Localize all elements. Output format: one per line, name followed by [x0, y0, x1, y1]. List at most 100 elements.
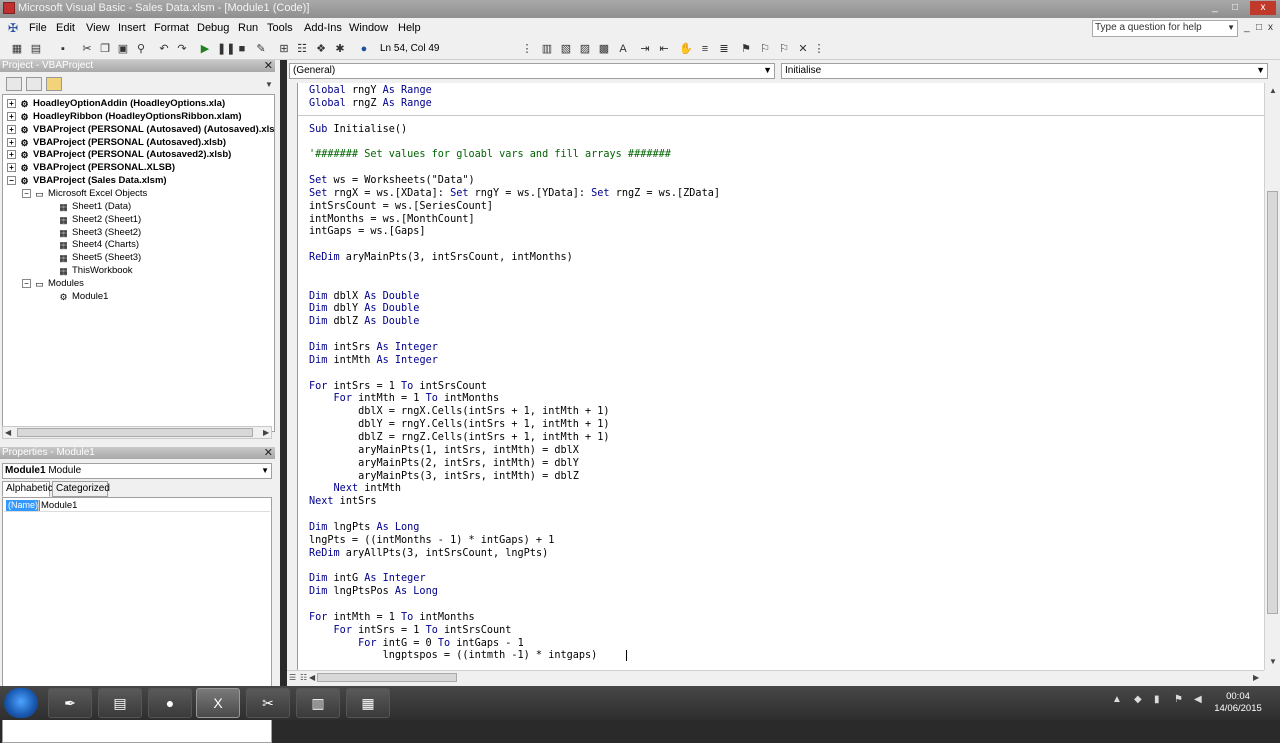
design-mode-icon[interactable]: ✎ — [254, 42, 268, 56]
list-properties-icon[interactable]: ▥ — [540, 42, 554, 56]
code-line[interactable]: Dim dblX As Double — [309, 290, 419, 303]
chevron-down-icon[interactable]: ▼ — [763, 65, 772, 75]
close-icon[interactable]: ✕ — [264, 60, 273, 72]
tray-arrow-icon[interactable]: ▲ — [1112, 694, 1122, 705]
comment-block-icon[interactable]: ≡ — [698, 42, 712, 56]
break-icon[interactable]: ❚❚ — [217, 42, 235, 56]
start-button[interactable] — [4, 688, 38, 718]
code-line[interactable]: aryMainPts(2, intSrs, intMth) = dblY — [309, 457, 579, 470]
pdf-app-icon[interactable]: ✒ — [48, 688, 92, 718]
code-line[interactable]: For intG = 0 To intGaps - 1 — [309, 637, 524, 650]
tree-item[interactable]: ▦ Sheet5 (Sheet3) — [58, 251, 141, 264]
tree-item[interactable]: ▦ Sheet4 (Charts) — [58, 238, 139, 251]
run-icon[interactable]: ▶ — [198, 42, 212, 56]
tree-item[interactable]: + ⚙ VBAProject (PERSONAL (Autosaved) (Auto… — [7, 123, 274, 136]
vb-menu-icon[interactable]: ✠ — [8, 21, 22, 35]
chevron-down-icon[interactable]: ▼ — [1256, 65, 1265, 75]
scroll-left-icon[interactable]: ◀ — [309, 673, 315, 682]
list-constants-icon[interactable]: ▧ — [559, 42, 573, 56]
tray-app-icon[interactable]: ◆ — [1134, 694, 1142, 705]
collapse-icon[interactable]: − — [7, 176, 16, 186]
code-line[interactable]: '####### Set values for gloabl vars and … — [309, 148, 671, 161]
menu-tools[interactable]: Tools — [267, 22, 293, 34]
mdi-minimize-button[interactable]: _ — [1244, 22, 1250, 33]
code-line[interactable]: For intSrs = 1 To intSrsCount — [309, 380, 487, 393]
code-line[interactable]: Next intSrs — [309, 495, 376, 508]
expand-icon[interactable]: + — [7, 137, 16, 147]
tree-horizontal-scrollbar[interactable]: ◀ ▶ — [2, 426, 272, 439]
tree-item[interactable]: − ▭ Microsoft Excel Objects — [22, 187, 147, 200]
expand-icon[interactable]: + — [7, 150, 16, 160]
scroll-right-icon[interactable]: ▶ — [1253, 673, 1259, 682]
tree-item[interactable]: − ⚙ VBAProject (Sales Data.xlsm) — [7, 174, 167, 187]
scroll-down-icon[interactable]: ▼ — [1269, 657, 1277, 666]
outdent-icon[interactable]: ⇤ — [657, 42, 671, 56]
view-code-icon[interactable] — [6, 77, 22, 91]
code-line[interactable]: Set rngX = ws.[XData]: Set rngY = ws.[YD… — [309, 187, 720, 200]
scroll-left-icon[interactable]: ◀ — [5, 428, 11, 437]
view-object-icon[interactable] — [26, 77, 42, 91]
project-explorer-icon[interactable]: ⊞ — [277, 42, 291, 56]
tree-item[interactable]: + ⚙ VBAProject (PERSONAL.XLSB) — [7, 161, 175, 174]
find-icon[interactable]: ⚲ — [134, 42, 148, 56]
tree-item[interactable]: ▦ Sheet2 (Sheet1) — [58, 213, 141, 226]
property-value[interactable]: Module1 — [38, 500, 77, 511]
tree-item[interactable]: + ⚙ HoadleyOptionAddin (HoadleyOptions.xla… — [7, 97, 225, 110]
minimize-button[interactable]: _ — [1206, 1, 1224, 15]
toolbar-options-icon[interactable]: ⋮ — [812, 42, 826, 56]
parameter-info-icon[interactable]: ▩ — [597, 42, 611, 56]
code-line[interactable]: Global rngZ As Range — [309, 97, 432, 110]
code-line[interactable]: Dim dblZ As Double — [309, 315, 419, 328]
menu-addins[interactable]: Add-Ins — [304, 22, 342, 34]
tree-item[interactable]: + ⚙ VBAProject (PERSONAL (Autosaved2).xlsb… — [7, 148, 231, 161]
tree-item[interactable]: ▦ ThisWorkbook — [58, 264, 132, 277]
procedure-combo[interactable]: Initialise ▼ — [781, 63, 1268, 79]
code-line[interactable]: Dim lngPtsPos As Long — [309, 585, 438, 598]
code-editor[interactable]: Global rngY As Range Global rngZ As Range… — [297, 83, 1264, 670]
code-line[interactable]: Set ws = Worksheets("Data") — [309, 174, 475, 187]
tree-item[interactable]: + ⚙ VBAProject (PERSONAL (Autosaved).xlsb) — [7, 136, 226, 149]
cut-icon[interactable]: ✂ — [80, 42, 94, 56]
tree-item[interactable]: ▦ Sheet1 (Data) — [58, 200, 131, 213]
code-line[interactable]: dblY = rngY.Cells(intSrs + 1, intMth + 1… — [309, 418, 609, 431]
undo-icon[interactable]: ↶ — [157, 42, 171, 56]
insert-module-icon[interactable]: ▤ — [29, 42, 43, 56]
code-line[interactable]: dblX = rngX.Cells(intSrs + 1, intMth + 1… — [309, 405, 609, 418]
quick-info-icon[interactable]: ▨ — [578, 42, 592, 56]
toolbox-icon[interactable]: ✱ — [333, 42, 347, 56]
help-icon[interactable]: ● — [357, 42, 371, 56]
toolbar-options-icon[interactable]: ⋮ — [520, 42, 534, 56]
code-line[interactable]: Dim intG As Integer — [309, 572, 426, 585]
scroll-up-icon[interactable]: ▲ — [1269, 86, 1277, 95]
full-module-view-icon[interactable]: ☷ — [300, 673, 307, 682]
mdi-restore-button[interactable]: □ — [1256, 22, 1262, 33]
code-line[interactable]: intMonths = ws.[MonthCount] — [309, 213, 475, 226]
code-line[interactable]: aryMainPts(3, intSrs, intMth) = dblZ — [309, 470, 579, 483]
code-line[interactable]: For intSrs = 1 To intSrsCount — [309, 624, 512, 637]
code-line[interactable]: For intMth = 1 To intMonths — [309, 392, 500, 405]
tree-item[interactable]: − ▭ Modules — [22, 277, 84, 290]
code-line[interactable]: Dim intMth As Integer — [309, 354, 438, 367]
next-bookmark-icon[interactable]: ⚐ — [758, 42, 772, 56]
code-scroll-thumb[interactable] — [1267, 191, 1278, 614]
object-browser-icon[interactable]: ❖ — [314, 42, 328, 56]
menu-edit[interactable]: Edit — [56, 22, 75, 34]
close-icon[interactable]: ✕ — [264, 447, 273, 459]
tree-item[interactable]: + ⚙ HoadleyRibbon (HoadleyOptionsRibbon.xl… — [7, 110, 241, 123]
uncomment-block-icon[interactable]: ≣ — [717, 42, 731, 56]
code-line[interactable]: Sub Initialise() — [309, 123, 407, 136]
tree-item[interactable]: ⚙ Module1 — [58, 290, 108, 303]
menu-help[interactable]: Help — [398, 22, 421, 34]
menu-insert[interactable]: Insert — [118, 22, 146, 34]
tree-scroll-thumb[interactable] — [17, 428, 253, 437]
code-line[interactable]: ReDim aryAllPts(3, intSrsCount, lngPts) — [309, 547, 548, 560]
collapse-icon[interactable]: − — [22, 278, 31, 288]
indent-icon[interactable]: ⇥ — [638, 42, 652, 56]
code-line[interactable]: Dim lngPts As Long — [309, 521, 419, 534]
project-toolbar-options-icon[interactable]: ▼ — [265, 80, 273, 89]
expand-icon[interactable]: + — [7, 124, 16, 134]
menu-file[interactable]: File — [29, 22, 47, 34]
code-line[interactable]: Global rngY As Range — [309, 84, 432, 97]
excel-app-icon[interactable]: X — [196, 688, 240, 718]
copy-icon[interactable]: ❐ — [98, 42, 112, 56]
